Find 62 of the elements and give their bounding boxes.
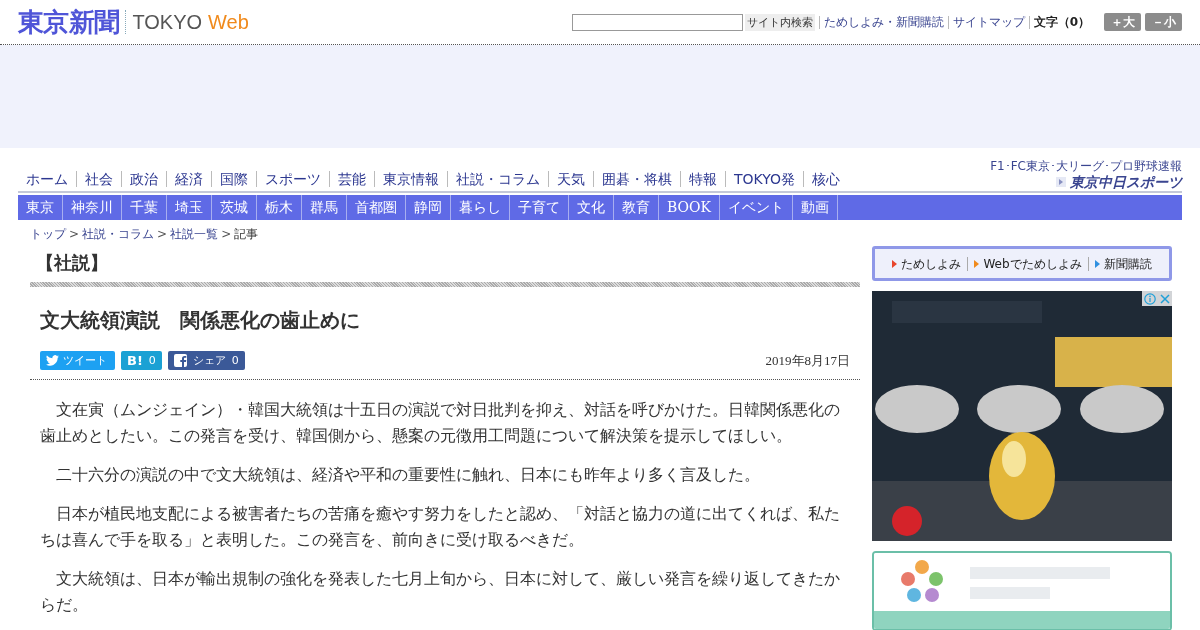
share-button[interactable]: シェア 0	[167, 351, 245, 371]
region-nav-link[interactable]: イベント	[719, 195, 793, 220]
font-size-label: 文字（0）	[1033, 14, 1090, 31]
breadcrumb-link[interactable]: トップ	[30, 226, 66, 242]
breadcrumb-link[interactable]: 社説一覧	[170, 226, 219, 242]
article-date: 2019年8月17日	[765, 352, 850, 370]
region-nav-link[interactable]: 首都圏	[347, 195, 406, 220]
article-paragraph: 日本が植民地支配による被害者たちの苦痛を癒やす努力をしたと認め、「対話と協力の道に出てくれば、私たちは喜んで手を取る」と表明した。この発言を、前向きに受け取るべきだ。	[40, 502, 841, 551]
nav-link[interactable]: スポーツ	[257, 169, 329, 189]
breadcrumb-current: 記事	[234, 226, 259, 242]
nav-link[interactable]: 核心	[804, 169, 849, 189]
region-nav-link[interactable]: 栃木	[257, 195, 302, 220]
region-nav-link[interactable]: 茨城	[212, 195, 257, 220]
info-icon[interactable]	[1142, 291, 1157, 306]
site-logo[interactable]: 東京新聞	[18, 9, 120, 35]
nav-link[interactable]: TOKYO発	[726, 169, 804, 189]
search-field[interactable]	[571, 13, 743, 31]
article-title: 文大統領演説 関係悪化の歯止めに	[39, 307, 361, 334]
subscribe-link[interactable]: 新聞購読	[1094, 254, 1152, 273]
search-button[interactable]: サイト内検索	[744, 13, 815, 31]
article-paragraph: 文在寅（ムンジェイン）・韓国大統領は十五日の演説で対日批判を抑え、対話を呼びかけた。日韓関係悪化の歯止めとしたい。この発言を受け、韓国側から、懸案の元徴用工問題について解決策を提示してほしい。	[40, 398, 841, 447]
nav-link[interactable]: 社会	[77, 169, 121, 189]
subscribe-link[interactable]: Webでためしよみ	[974, 254, 1082, 273]
region-nav-link[interactable]: 神奈川	[63, 195, 122, 220]
nav-link[interactable]: 東京情報	[375, 169, 447, 189]
region-nav-link[interactable]: 文化	[569, 195, 614, 220]
subscribe-link[interactable]: ためしよみ	[892, 254, 962, 273]
section-title: 【社説】	[35, 251, 109, 275]
region-nav-link[interactable]: 教育	[614, 195, 659, 220]
nav-link[interactable]: 芸能	[330, 169, 374, 189]
nav-link[interactable]: 特報	[681, 169, 725, 189]
nav-link[interactable]: 経済	[167, 169, 211, 189]
breadcrumb-separator: >	[157, 226, 168, 242]
nav-link[interactable]: 政治	[122, 169, 166, 189]
nav-link[interactable]: 国際	[212, 169, 256, 189]
breadcrumb-separator: >	[69, 226, 80, 242]
region-nav-link[interactable]: 静岡	[406, 195, 451, 220]
nav-link[interactable]: ホーム	[18, 169, 76, 189]
breadcrumb-separator: >	[221, 226, 232, 242]
region-nav-link[interactable]: BOOK	[659, 195, 720, 220]
bird-icon	[46, 355, 59, 367]
article-paragraph: 二十六分の演説の中で文大統領は、経済や平和の重要性に触れ、日本にも昨年より多く言及した。	[55, 463, 761, 486]
nav-link[interactable]: 天気	[549, 169, 593, 189]
region-nav-link[interactable]: 暮らし	[451, 195, 510, 220]
brand-text: TOKYO	[132, 12, 203, 32]
sports-link[interactable]: F1･FC東京･大リーグ･プロ野球速報 東京中日スポーツ	[990, 160, 1182, 189]
header-link[interactable]: サイトマップ	[952, 13, 1025, 31]
region-nav-link[interactable]: 東京	[18, 195, 63, 220]
region-nav-link[interactable]: 群馬	[302, 195, 347, 220]
region-nav-link[interactable]: 子育て	[510, 195, 569, 220]
breadcrumb-link[interactable]: 社説・コラム	[82, 226, 155, 242]
facebook-icon	[173, 354, 187, 368]
close-icon[interactable]	[1157, 291, 1172, 306]
nav-link[interactable]: 囲碁・将棋	[594, 169, 680, 189]
region-nav-link[interactable]: 動画	[792, 195, 838, 220]
nav-link[interactable]: 社説・コラム	[448, 169, 548, 189]
arrow-icon	[1056, 177, 1066, 187]
article-paragraph: 文大統領は、日本が輸出規制の強化を発表した七月上旬から、日本に対して、厳しい発言を繰り返してきたからだ。	[40, 567, 841, 616]
brand-text: Web	[208, 12, 249, 32]
header-link[interactable]: ためしよみ・新聞購読	[823, 13, 944, 31]
region-nav-link[interactable]: 埼玉	[167, 195, 212, 220]
region-nav-link[interactable]: 千葉	[122, 195, 167, 220]
